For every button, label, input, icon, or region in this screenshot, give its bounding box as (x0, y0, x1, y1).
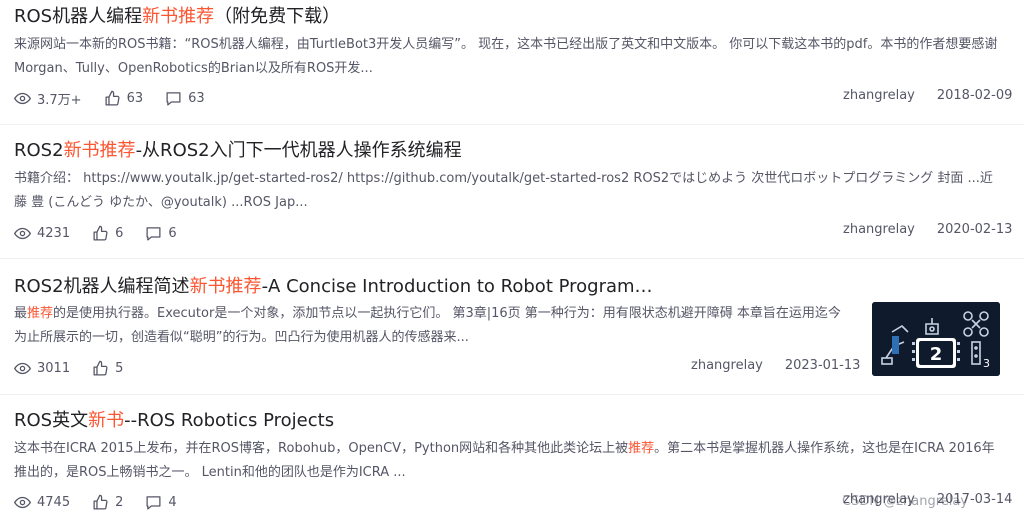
views-count: 3.7万+ (37, 92, 82, 108)
likes-stat[interactable]: 6 (92, 225, 123, 242)
thumb-up-icon (93, 360, 108, 376)
title-text: ROS2 (14, 140, 64, 161)
publish-date: 2020-02-13 (936, 222, 1013, 237)
author-link[interactable]: zhangrelay (843, 222, 915, 237)
comments-stat[interactable]: 4 (145, 494, 177, 511)
comments-stat[interactable]: 6 (145, 225, 177, 242)
views-stat: 3.7万+ (14, 89, 82, 108)
title-text: ROS英文 (14, 410, 89, 431)
likes-stat[interactable]: 2 (92, 494, 123, 511)
publish-date: 2018-02-09 (936, 88, 1013, 103)
article-description[interactable]: 最推荐的是使用执行器。Executor是一个对象，添加节点以一起执行它们。 第3… (14, 302, 849, 350)
eye-icon (14, 92, 31, 104)
article-title[interactable]: ROS机器人编程新书推荐（附免费下载） (14, 5, 1014, 29)
title-highlight: 新书 (88, 410, 125, 431)
article-description[interactable]: 这本书在ICRA 2015上发布，并在ROS博客，Robohub，OpenCV，… (14, 437, 1004, 485)
eye-icon (14, 496, 31, 508)
desc-text: 最 (14, 306, 28, 321)
comment-icon (146, 226, 161, 241)
article-byline: zhangrelay 2020-02-13 (843, 222, 1012, 237)
title-highlight: 新书推荐 (189, 276, 262, 297)
article-title[interactable]: ROS英文新书--ROS Robotics Projects (14, 409, 1014, 433)
likes-count: 5 (115, 360, 124, 376)
article-item: ROS2新书推荐-从ROS2入门下一代机器人操作系统编程 书籍介绍： https… (0, 124, 1024, 259)
title-text: -A Concise Introduction to Robot Program… (261, 276, 664, 297)
likes-stat[interactable]: 5 (92, 360, 123, 377)
likes-count: 6 (115, 225, 124, 241)
article-item: ROS2机器人编程简述新书推荐-A Concise Introduction t… (0, 258, 1024, 395)
robot-illustration-icon: 2 (872, 302, 1000, 376)
thumb-up-icon (93, 494, 108, 510)
svg-text:2: 2 (930, 344, 943, 365)
title-highlight: 新书推荐 (63, 140, 136, 161)
publish-date: 2023-01-13 (784, 358, 861, 373)
watermark: CSDN @zhangrelay (842, 494, 969, 509)
article-meta: 4231 6 6 (14, 223, 199, 243)
thumb-up-icon (93, 225, 108, 241)
likes-stat[interactable]: 63 (104, 90, 144, 107)
views-stat: 4745 (14, 494, 70, 511)
desc-highlight: 推荐 (628, 441, 655, 456)
article-description[interactable]: 书籍介绍： https://www.youtalk.jp/get-started… (14, 167, 1004, 215)
comments-count: 4 (168, 494, 177, 510)
eye-icon (14, 227, 31, 239)
likes-count: 63 (126, 90, 144, 106)
comments-stat[interactable]: 63 (165, 90, 205, 107)
article-title[interactable]: ROS2机器人编程简述新书推荐-A Concise Introduction t… (14, 275, 664, 299)
title-text: --ROS Robotics Projects (124, 410, 335, 431)
desc-text: 来源网站一本新的ROS书籍：“ROS机器人编程，由TurtleBot3开发人员编… (14, 37, 998, 76)
author-link[interactable]: zhangrelay (691, 358, 763, 373)
desc-text: 这本书在ICRA 2015上发布，并在ROS博客，Robohub，OpenCV，… (14, 441, 629, 456)
article-description[interactable]: 来源网站一本新的ROS书籍：“ROS机器人编程，由TurtleBot3开发人员编… (14, 33, 1004, 81)
title-highlight: 新书推荐 (142, 6, 215, 27)
article-thumbnail[interactable]: 2 3 (872, 302, 1000, 376)
author-link[interactable]: zhangrelay (843, 88, 915, 103)
article-title[interactable]: ROS2新书推荐-从ROS2入门下一代机器人操作系统编程 (14, 139, 1014, 163)
views-count: 4231 (37, 225, 71, 241)
views-stat: 4231 (14, 225, 70, 242)
comment-icon (146, 495, 161, 510)
views-stat: 3011 (14, 360, 70, 377)
article-byline: zhangrelay 2018-02-09 (843, 88, 1012, 103)
views-count: 4745 (37, 494, 71, 510)
article-meta: 4745 2 4 (14, 492, 199, 512)
eye-icon (14, 362, 31, 374)
title-text: -从ROS2入门下一代机器人操作系统编程 (135, 140, 462, 161)
likes-count: 2 (115, 494, 124, 510)
thumb-up-icon (105, 90, 120, 106)
comment-icon (166, 91, 181, 106)
title-text: ROS2机器人编程简述 (14, 276, 190, 297)
article-meta: 3.7万+ 63 63 (14, 88, 227, 108)
comments-count: 63 (188, 90, 205, 106)
article-meta: 3011 5 (14, 358, 145, 378)
desc-text: 书籍介绍： https://www.youtalk.jp/get-started… (14, 171, 993, 210)
article-item: ROS机器人编程新书推荐（附免费下载） 来源网站一本新的ROS书籍：“ROS机器… (0, 0, 1024, 125)
image-count-badge: 3 (983, 357, 990, 370)
views-count: 3011 (37, 360, 71, 376)
title-text: （附免费下载） (214, 6, 341, 27)
desc-highlight: 推荐 (27, 306, 54, 321)
article-byline: zhangrelay 2023-01-13 (691, 358, 860, 373)
desc-text: 的是使用执行器。Executor是一个对象，添加节点以一起执行它们。 第3章|1… (14, 306, 841, 345)
title-text: ROS机器人编程 (14, 6, 143, 27)
comments-count: 6 (168, 225, 177, 241)
